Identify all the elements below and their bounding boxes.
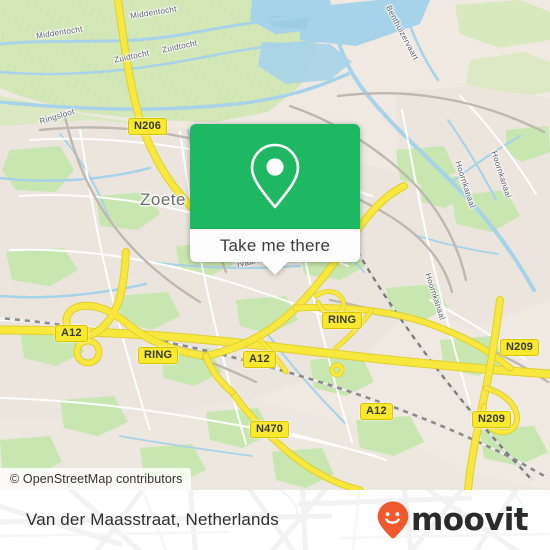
callout-action-area[interactable]: Take me there [190, 229, 360, 262]
road-shield-a12-mid: A12 [243, 351, 276, 368]
moovit-brand[interactable]: moovit [376, 500, 529, 540]
callout-tail-pointer [262, 262, 288, 275]
road-shield-n206: N206 [128, 118, 168, 135]
footer-bar: Van der Maasstraat, Netherlands moovit [0, 490, 550, 550]
road-shield-a12-east: A12 [360, 403, 393, 420]
attribution-text: © OpenStreetMap contributors [10, 472, 183, 486]
road-shield-n470: N470 [250, 421, 290, 438]
road-shield-n209-south: N209 [472, 411, 512, 428]
map-pin-icon [250, 143, 300, 208]
map-attribution[interactable]: © OpenStreetMap contributors [0, 468, 191, 490]
road-shield-ring-west: RING [138, 347, 179, 364]
road-shield-a12-west: A12 [55, 325, 88, 342]
location-title: Van der Maasstraat, Netherlands [26, 510, 279, 529]
road-shield-ring-east: RING [322, 312, 363, 329]
road-shield-n209-north: N209 [500, 339, 540, 356]
take-me-there-callout[interactable]: Take me there [190, 124, 360, 275]
moovit-wordmark: moovit [411, 501, 529, 538]
moovit-smiley-pin-icon [377, 501, 409, 539]
take-me-there-label: Take me there [219, 235, 331, 255]
moovit-location-card: Middentocht Middentocht Zuidtocht Zuidto… [0, 0, 550, 550]
callout-icon-area [190, 124, 360, 229]
